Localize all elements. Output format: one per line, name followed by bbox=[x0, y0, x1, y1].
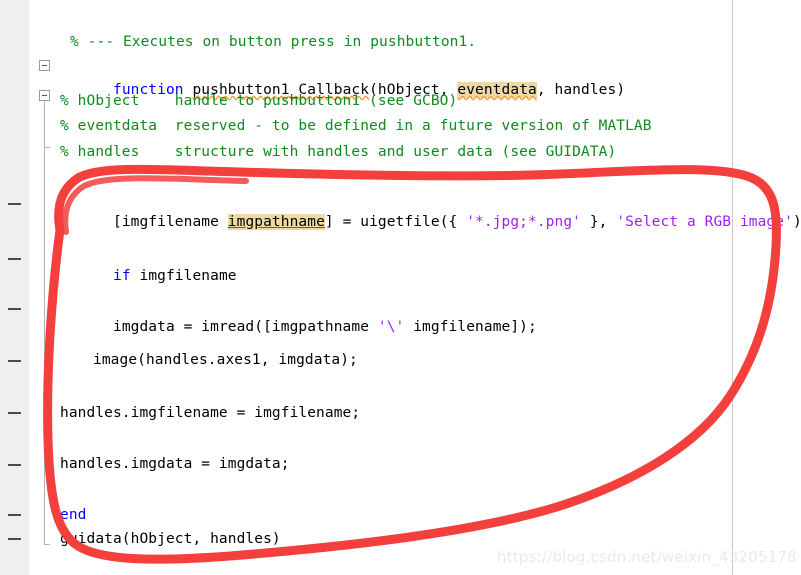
code-line-comment-eventdata: % eventdata reserved - to be defined in … bbox=[60, 118, 652, 134]
gutter-dash-mark[interactable] bbox=[8, 514, 21, 516]
fold-bracket-line bbox=[44, 101, 45, 544]
imread-pre: imgdata = imread([imgpathname bbox=[112, 319, 378, 335]
gutter-dash-mark[interactable] bbox=[8, 258, 21, 260]
uigetfile-pre: [imgfilename bbox=[112, 214, 228, 230]
watermark-url: https://blog.csdn.net/weixin_43205178 bbox=[497, 548, 797, 566]
code-line-image-call: image(handles.axes1, imgdata); bbox=[93, 352, 358, 368]
string-path-separator: '\' bbox=[377, 319, 405, 335]
if-condition: imgfilename bbox=[130, 268, 237, 284]
code-line-comment-handles: % handles structure with handles and use… bbox=[60, 144, 617, 160]
fold-bracket-end-tick bbox=[44, 544, 50, 545]
code-line-comment-hobject: % hObject handle to pushbutton1 (see GCB… bbox=[60, 93, 458, 109]
keyword-if: if bbox=[112, 268, 131, 284]
string-file-filter: '*.jpg;*.png' bbox=[466, 214, 581, 230]
code-line-assign-imgfilename: handles.imgfilename = imgfilename; bbox=[60, 405, 361, 421]
editor-text-area[interactable]: % --- Executes on button press in pushbu… bbox=[56, 0, 801, 575]
code-line-guidata: guidata(hObject, handles) bbox=[60, 531, 281, 547]
matlab-editor-screenshot: % --- Executes on button press in pushbu… bbox=[0, 0, 801, 575]
uigetfile-post: ); bbox=[792, 214, 801, 230]
uigetfile-mid: ] = uigetfile({ bbox=[324, 214, 467, 230]
string-dialog-title: 'Select a RGB image' bbox=[616, 214, 793, 230]
gutter-dash-mark[interactable] bbox=[8, 308, 21, 310]
fold-toggle-comment-icon[interactable] bbox=[39, 90, 50, 101]
gutter-dash-mark[interactable] bbox=[8, 538, 21, 540]
gutter-dash-mark[interactable] bbox=[8, 360, 21, 362]
breakpoint-gutter[interactable] bbox=[0, 0, 30, 575]
code-line-uigetfile: [imgfilename imgpathname] = uigetfile({ … bbox=[60, 194, 801, 251]
code-line-imread: imgdata = imread([imgpathname '\' imgfil… bbox=[60, 299, 537, 356]
uigetfile-mid2: }, bbox=[581, 214, 617, 230]
column-guide-line bbox=[732, 0, 733, 575]
highlighted-token-eventdata: eventdata bbox=[457, 82, 537, 98]
fold-toggle-function-icon[interactable] bbox=[39, 60, 50, 71]
fold-bracket-tick bbox=[44, 147, 50, 148]
gutter-dash-mark[interactable] bbox=[8, 412, 21, 414]
code-fold-column[interactable] bbox=[29, 0, 56, 575]
code-line-assign-imgdata: handles.imgdata = imgdata; bbox=[60, 456, 290, 472]
function-args-close: , handles) bbox=[536, 82, 626, 98]
code-line-end: end bbox=[60, 507, 87, 523]
code-line-if: if imgfilename bbox=[60, 248, 237, 305]
gutter-dash-mark[interactable] bbox=[8, 464, 21, 466]
highlighted-token-imgpathname: imgpathname bbox=[227, 214, 325, 230]
gutter-dash-mark[interactable] bbox=[8, 203, 21, 205]
code-line-comment-executes: % --- Executes on button press in pushbu… bbox=[70, 34, 477, 50]
imread-post: imgfilename]); bbox=[404, 319, 537, 335]
